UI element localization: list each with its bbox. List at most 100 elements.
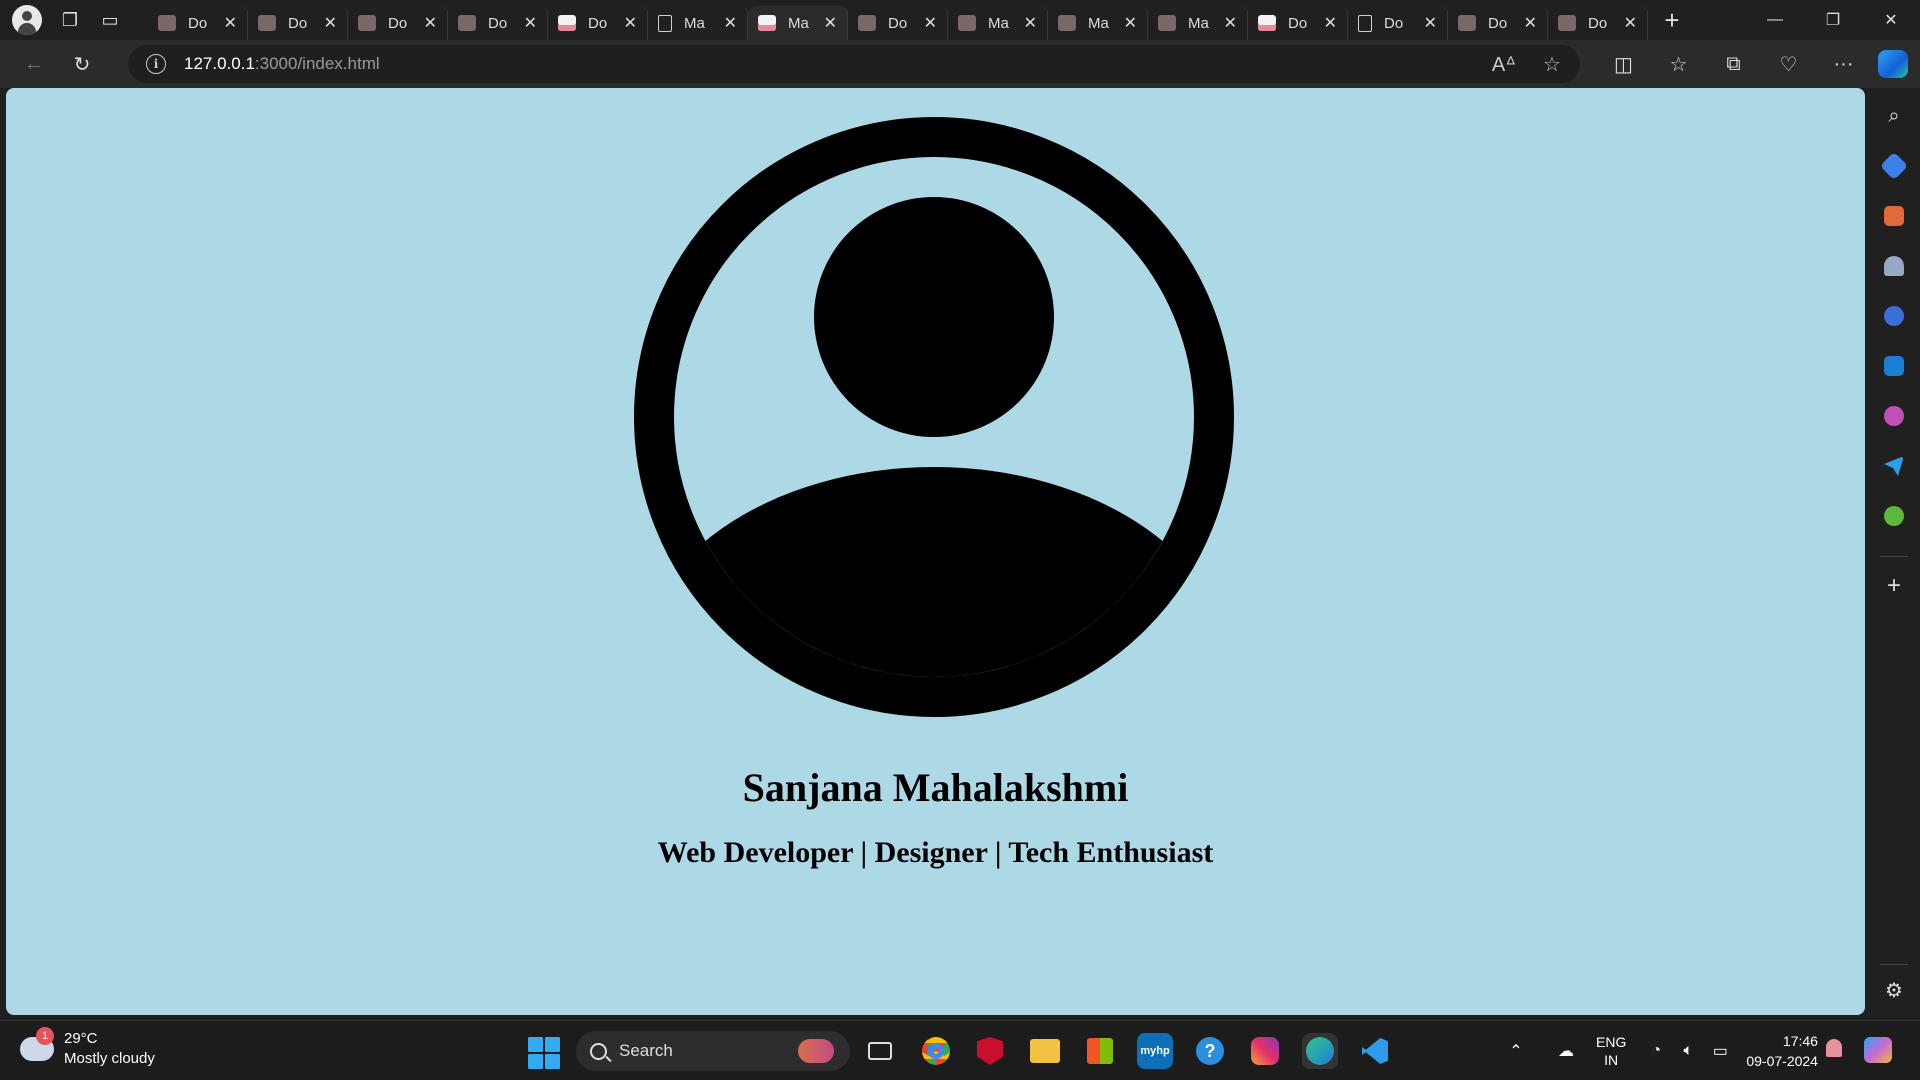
tab-close-icon[interactable]: ✕	[1024, 13, 1037, 33]
language-indicator[interactable]: ENG IN	[1596, 1033, 1626, 1069]
browser-tab[interactable]: Do ✕	[848, 6, 948, 40]
help-icon[interactable]: ?	[1192, 1033, 1228, 1069]
toolbar-actions: ◫ ☆ ⧉ ♡ ···	[1596, 40, 1871, 88]
chevron-up-icon[interactable]: ⌃	[1500, 1041, 1532, 1061]
tab-close-icon[interactable]: ✕	[1524, 13, 1537, 33]
search-icon	[590, 1042, 607, 1060]
vscode-icon[interactable]	[1357, 1033, 1393, 1069]
browser-tab[interactable]: Do ✕	[348, 6, 448, 40]
instagram-icon[interactable]	[1247, 1033, 1283, 1069]
browser-tab-strip: ❐ ▭ Do ✕ Do ✕ Do ✕ Do ✕ Do ✕ Ma ✕ Ma ✕ Do ✕ Ma ✕ Ma ✕ Ma ✕ Do ✕…	[0, 0, 1920, 40]
tab-close-icon[interactable]: ✕	[624, 13, 637, 33]
tab-title: Do	[1288, 14, 1308, 32]
shopping-tag-icon[interactable]	[1879, 151, 1909, 181]
browser-tab[interactable]: Do ✕	[248, 6, 348, 40]
pink-favicon-icon	[558, 15, 576, 31]
minimize-button[interactable]: —	[1746, 0, 1804, 40]
browser-tab[interactable]: Do ✕	[148, 6, 248, 40]
split-screen-icon[interactable]: ◫	[1596, 52, 1651, 77]
tab-close-icon[interactable]: ✕	[424, 13, 437, 33]
tab-actions-icon[interactable]: ▭	[90, 0, 130, 40]
tab-close-icon[interactable]: ✕	[1124, 13, 1137, 33]
taskbar-search-box[interactable]: Search	[576, 1031, 850, 1071]
browser-tab[interactable]: Ma ✕	[648, 6, 748, 40]
task-view-icon[interactable]	[862, 1033, 898, 1069]
favorite-star-icon[interactable]: ☆	[1534, 52, 1570, 77]
weather-widget[interactable]: 1 29°C Mostly cloudy	[20, 1027, 155, 1069]
browser-tab[interactable]: Ma ✕	[1148, 6, 1248, 40]
address-bar[interactable]: i 127.0.0.1:3000/index.html Aᐞ ☆	[128, 45, 1580, 83]
url-host: 127.0.0.1	[184, 54, 255, 73]
weather-condition: Mostly cloudy	[64, 1050, 155, 1067]
tab-title: Ma	[788, 14, 809, 32]
sidebar-separator	[1880, 556, 1908, 557]
mcafee-icon[interactable]	[972, 1033, 1008, 1069]
edge-icon[interactable]	[1302, 1033, 1338, 1069]
browser-tab[interactable]: Ma ✕	[948, 6, 1048, 40]
site-info-icon[interactable]: i	[146, 54, 166, 74]
tab-title: Do	[288, 14, 308, 32]
outlook-icon[interactable]	[1880, 352, 1908, 380]
tab-close-icon[interactable]: ✕	[524, 13, 537, 33]
region-code: IN	[1604, 1052, 1619, 1068]
tab-close-icon[interactable]: ✕	[1224, 13, 1237, 33]
windows-start-icon[interactable]	[528, 1037, 560, 1069]
system-tray: ⌃ ☁ ENG IN ◔ 🔈︎ ▭ 17:46 09-07-2024	[1500, 1031, 1818, 1071]
tab-close-icon[interactable]: ✕	[1624, 13, 1637, 33]
add-sidebar-app-icon[interactable]: +	[1880, 572, 1908, 600]
browser-tab[interactable]: Do ✕	[448, 6, 548, 40]
read-aloud-icon[interactable]: Aᐞ	[1486, 52, 1522, 77]
tab-close-icon[interactable]: ✕	[724, 13, 737, 33]
send-arrow-icon[interactable]	[1880, 452, 1908, 480]
browser-tab[interactable]: Do ✕	[1448, 6, 1548, 40]
tab-close-icon[interactable]: ✕	[1324, 13, 1337, 33]
favorites-icon[interactable]: ☆	[1651, 52, 1706, 77]
tree-icon[interactable]	[1880, 502, 1908, 530]
tools-briefcase-icon[interactable]	[1880, 202, 1908, 230]
new-tab-button[interactable]: +	[1648, 0, 1696, 40]
collections-icon[interactable]: ⧉	[1706, 53, 1761, 76]
profile-avatar-icon[interactable]	[12, 5, 42, 35]
battery-icon[interactable]: ▭	[1704, 1041, 1736, 1061]
sidebar-search-icon[interactable]: ⌕	[1880, 102, 1908, 130]
chrome-icon[interactable]	[918, 1033, 954, 1069]
games-chess-icon[interactable]	[1880, 252, 1908, 280]
more-options-icon[interactable]: ···	[1816, 53, 1871, 76]
tab-close-icon[interactable]: ✕	[224, 13, 237, 33]
browser-tab[interactable]: Do ✕	[1348, 6, 1448, 40]
windows-taskbar: 1 29°C Mostly cloudy Search myhp ? ⌃ ☁ E…	[0, 1020, 1920, 1080]
sidebar-settings-icon[interactable]: ⚙	[1880, 976, 1908, 1004]
browser-tab[interactable]: Do ✕	[1548, 6, 1648, 40]
file-explorer-icon[interactable]	[1027, 1033, 1063, 1069]
sidebar-separator	[1880, 964, 1908, 965]
microsoft-store-icon[interactable]	[1082, 1033, 1118, 1069]
browser-tab[interactable]: Do ✕	[548, 6, 648, 40]
volume-icon[interactable]: 🔈︎	[1672, 1042, 1704, 1060]
designer-icon[interactable]	[1880, 402, 1908, 430]
page-favicon-icon	[158, 15, 176, 31]
page-viewport: Sanjana Mahalakshmi Web Developer | Desi…	[6, 88, 1865, 1015]
browser-essentials-icon[interactable]: ♡	[1761, 52, 1816, 77]
back-arrow-icon[interactable]: ←	[10, 40, 58, 88]
browser-tab[interactable]: Ma ✕	[1048, 6, 1148, 40]
myhp-icon[interactable]: myhp	[1137, 1033, 1173, 1069]
tab-close-icon[interactable]: ✕	[1424, 13, 1437, 33]
browser-tab[interactable]: Do ✕	[1248, 6, 1348, 40]
tab-title: Do	[1384, 14, 1404, 32]
wifi-icon[interactable]: ◔	[1640, 1042, 1672, 1060]
document-favicon-icon	[658, 14, 672, 32]
tab-close-icon[interactable]: ✕	[324, 13, 337, 33]
close-window-button[interactable]: ✕	[1862, 0, 1920, 40]
clock[interactable]: 17:46 09-07-2024	[1746, 1031, 1818, 1071]
workspaces-icon[interactable]: ❐	[50, 0, 90, 40]
notification-bell-icon[interactable]	[1826, 1039, 1842, 1057]
onedrive-off-icon[interactable]: ☁	[1550, 1041, 1582, 1061]
browser-tab[interactable]: Ma ✕	[748, 6, 848, 40]
restore-button[interactable]: ❐	[1804, 0, 1862, 40]
refresh-icon[interactable]: ↻	[58, 40, 106, 88]
copilot-icon[interactable]	[1878, 50, 1908, 78]
copilot-sidebar-icon[interactable]	[1880, 302, 1908, 330]
copilot-taskbar-icon[interactable]	[1864, 1037, 1892, 1063]
tab-close-icon[interactable]: ✕	[824, 13, 837, 33]
tab-close-icon[interactable]: ✕	[924, 13, 937, 33]
